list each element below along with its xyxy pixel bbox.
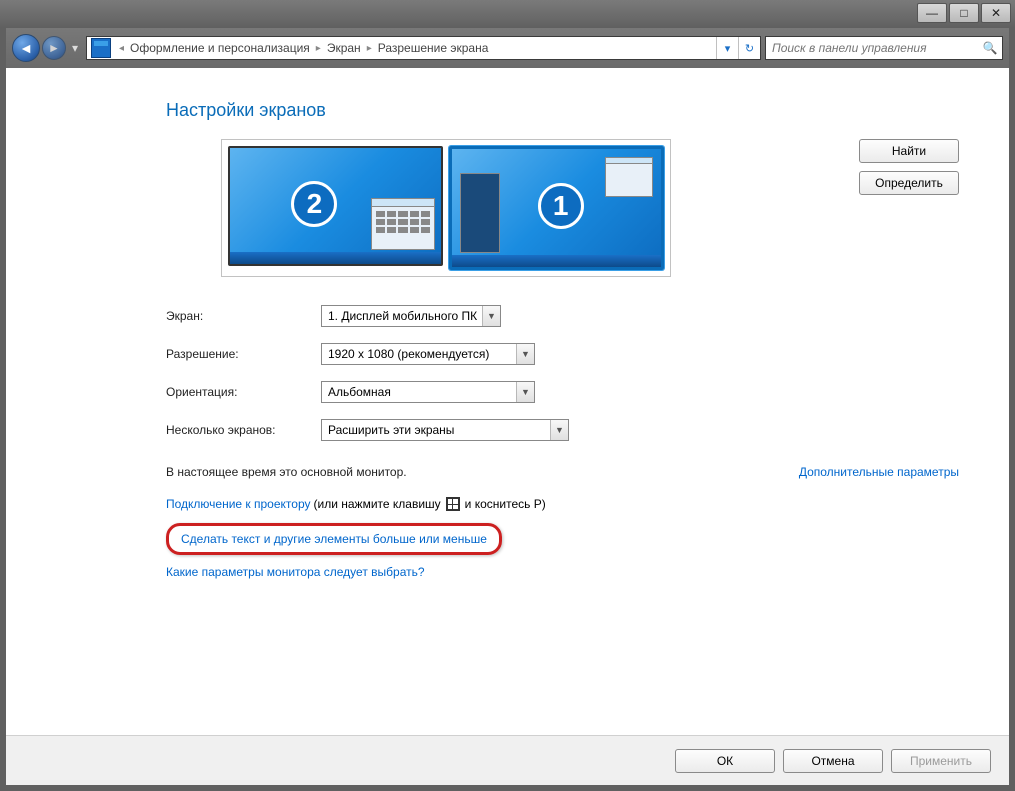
orientation-label: Ориентация: <box>166 385 321 399</box>
chevron-down-icon: ▼ <box>550 420 568 440</box>
multi-label: Несколько экранов: <box>166 423 321 437</box>
display-value: 1. Дисплей мобильного ПК <box>328 309 477 323</box>
monitor-number: 2 <box>291 181 337 227</box>
nav-history-dropdown[interactable]: ▾ <box>68 34 82 62</box>
maximize-button[interactable]: □ <box>949 3 979 23</box>
search-input[interactable] <box>766 41 978 55</box>
projector-hint-b: и коснитесь P) <box>465 497 546 511</box>
chevron-down-icon: ▼ <box>516 344 534 364</box>
chevron-right-icon: ▸ <box>363 43 376 54</box>
chevron-down-icon: ▼ <box>482 306 500 326</box>
resolution-value: 1920 x 1080 (рекомендуется) <box>328 347 489 361</box>
address-bar[interactable]: ◂ Оформление и персонализация ▸ Экран ▸ … <box>86 36 761 60</box>
search-box[interactable]: 🔍 <box>765 36 1003 60</box>
minimize-button[interactable]: — <box>917 3 947 23</box>
content: Настройки экранов 2 <box>6 68 1009 785</box>
projector-hint-a: (или нажмите клавишу <box>314 497 441 511</box>
multi-display-select[interactable]: Расширить эти экраны ▼ <box>321 419 569 441</box>
titlebar: — □ ✕ <box>0 0 1015 28</box>
display-label: Экран: <box>166 309 321 323</box>
projector-link[interactable]: Подключение к проектору <box>166 497 311 511</box>
breadcrumb-seg[interactable]: Экран <box>325 41 363 55</box>
ok-button[interactable]: ОК <box>675 749 775 773</box>
display-icon <box>91 38 111 58</box>
display-arrangement[interactable]: 2 1 <box>221 139 671 277</box>
chevron-right-icon: ▸ <box>312 43 325 54</box>
multi-value: Расширить эти экраны <box>328 423 454 437</box>
close-button[interactable]: ✕ <box>981 3 1011 23</box>
address-dropdown[interactable]: ▾ <box>716 37 738 59</box>
identify-button[interactable]: Определить <box>859 171 959 195</box>
back-button[interactable]: ◄ <box>12 34 40 62</box>
advanced-settings-link[interactable]: Дополнительные параметры <box>799 465 959 479</box>
resolution-label: Разрешение: <box>166 347 321 361</box>
callout-highlight: Сделать текст и другие элементы больше и… <box>166 523 502 555</box>
search-icon[interactable]: 🔍 <box>978 37 1002 59</box>
apply-button[interactable]: Применить <box>891 749 991 773</box>
resolution-select[interactable]: 1920 x 1080 (рекомендуется) ▼ <box>321 343 535 365</box>
dialog-footer: ОК Отмена Применить <box>6 735 1009 785</box>
windows-key-icon <box>446 497 460 511</box>
primary-monitor-status: В настоящее время это основной монитор. <box>166 465 407 479</box>
navbar: ◄ ► ▾ ◂ Оформление и персонализация ▸ Эк… <box>6 28 1009 68</box>
forward-button[interactable]: ► <box>42 36 66 60</box>
page-title: Настройки экранов <box>166 100 959 121</box>
which-monitor-link[interactable]: Какие параметры монитора следует выбрать… <box>166 565 425 579</box>
chevron-down-icon: ▼ <box>516 382 534 402</box>
breadcrumb-seg[interactable]: Оформление и персонализация <box>128 41 312 55</box>
monitor-number: 1 <box>538 183 584 229</box>
orientation-select[interactable]: Альбомная ▼ <box>321 381 535 403</box>
refresh-button[interactable]: ↻ <box>738 37 760 59</box>
detect-button[interactable]: Найти <box>859 139 959 163</box>
text-size-link[interactable]: Сделать текст и другие элементы больше и… <box>181 532 487 546</box>
chevron-icon: ◂ <box>115 43 128 54</box>
orientation-value: Альбомная <box>328 385 391 399</box>
monitor-2[interactable]: 2 <box>228 146 443 266</box>
display-select[interactable]: 1. Дисплей мобильного ПК ▼ <box>321 305 501 327</box>
breadcrumb-seg[interactable]: Разрешение экрана <box>376 41 491 55</box>
cancel-button[interactable]: Отмена <box>783 749 883 773</box>
monitor-1-selected[interactable]: 1 <box>449 146 664 270</box>
